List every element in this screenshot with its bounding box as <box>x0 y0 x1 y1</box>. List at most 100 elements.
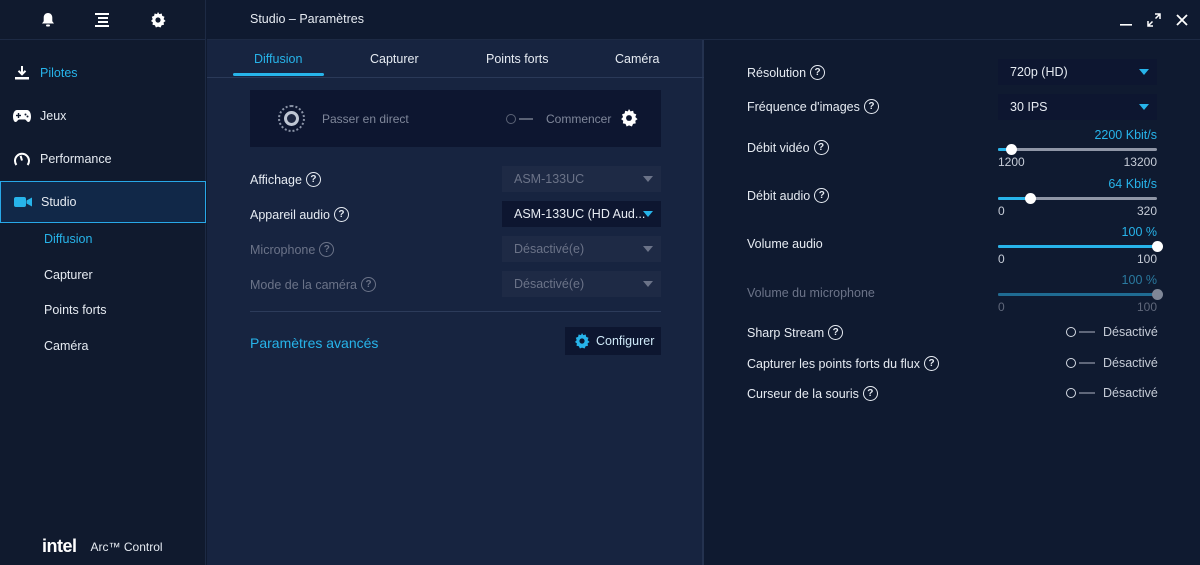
help-icon[interactable]: ? <box>361 277 377 292</box>
camera-icon <box>13 192 33 212</box>
help-icon[interactable]: ? <box>814 188 830 203</box>
mouse-cursor-toggle[interactable]: Désactivé <box>1066 386 1158 400</box>
studio-subnav: Diffusion Capturer Points forts Caméra <box>44 222 107 364</box>
field-label: Microphone? <box>250 242 335 257</box>
app-name: Arc™ Control <box>90 539 163 554</box>
tab-diffusion[interactable]: Diffusion <box>254 52 302 66</box>
divider <box>250 311 661 312</box>
caret-down-icon <box>643 246 653 252</box>
mic-volume-slider[interactable]: 100 % 0 100 <box>998 273 1163 314</box>
slider-handle[interactable] <box>1024 193 1036 204</box>
field-label: Mode de la caméra? <box>250 277 377 292</box>
slider-value: 2200 Kbit/s <box>1094 128 1157 142</box>
sidebar-item-performance[interactable]: Performance <box>0 138 206 180</box>
resolution-label: Résolution? <box>747 65 826 80</box>
output-settings-panel: Résolution? 720p (HD) Fréquence d'images… <box>706 40 1200 565</box>
advanced-settings-link[interactable]: Paramètres avancés <box>250 335 378 351</box>
help-icon[interactable]: ? <box>810 65 826 80</box>
help-icon[interactable]: ? <box>333 207 349 222</box>
start-toggle[interactable] <box>506 114 533 124</box>
fps-select[interactable]: 30 IPS <box>998 94 1157 120</box>
sidebar-nav: Pilotes Jeux Performance Studio <box>0 52 215 224</box>
form-row-appareil-audio: Appareil audio? ASM-133UC (HD Aud... <box>250 201 661 229</box>
sidebar-item-studio[interactable]: Studio <box>0 181 215 223</box>
video-bitrate-label: Débit vidéo? <box>747 140 829 155</box>
audio-bitrate-slider[interactable]: 64 Kbit/s 0 320 <box>998 177 1157 218</box>
tab-active-indicator <box>233 73 324 76</box>
gear-icon[interactable] <box>620 109 638 127</box>
window-controls <box>1118 10 1190 30</box>
form-row-microphone: Microphone? Désactivé(e) <box>250 236 661 264</box>
slider-min: 0 <box>998 252 1005 266</box>
volume-label: Volume audio <box>747 237 823 251</box>
gear-icon[interactable] <box>146 8 170 32</box>
slider-handle[interactable] <box>1152 289 1163 300</box>
tab-camera[interactable]: Caméra <box>615 52 659 66</box>
gauge-icon <box>12 149 32 169</box>
toggle-state: Désactivé <box>1103 386 1158 400</box>
sidebar: Pilotes Jeux Performance Studio Diffusio… <box>0 0 215 565</box>
help-icon[interactable]: ? <box>813 140 829 155</box>
camera-mode-select[interactable]: Désactivé(e) <box>502 271 661 297</box>
sharp-stream-toggle[interactable]: Désactivé <box>1066 325 1158 339</box>
menu-icon[interactable] <box>91 8 115 32</box>
go-live-panel: Passer en direct Commencer <box>250 90 661 147</box>
bell-icon[interactable] <box>36 8 60 32</box>
audio-device-select[interactable]: ASM-133UC (HD Aud... <box>502 201 661 227</box>
slider-min: 0 <box>998 204 1005 218</box>
broadcast-icon[interactable] <box>278 105 305 132</box>
subnav-item-diffusion[interactable]: Diffusion <box>44 222 107 258</box>
caret-down-icon <box>1139 69 1149 75</box>
slider-min: 1200 <box>998 155 1025 169</box>
subnav-item-capturer[interactable]: Capturer <box>44 258 107 294</box>
slider-value: 100 % <box>1121 273 1157 287</box>
slider-max: 100 <box>1136 300 1157 314</box>
slider-min: 0 <box>998 300 1005 314</box>
slider-handle[interactable] <box>1152 241 1163 252</box>
tab-bar: Diffusion Capturer Points forts Caméra <box>207 40 704 78</box>
sidebar-item-jeux[interactable]: Jeux <box>0 95 206 137</box>
capture-highlights-toggle[interactable]: Désactivé <box>1066 356 1158 370</box>
slider-max: 13200 <box>1123 155 1157 169</box>
sharp-stream-label: Sharp Stream? <box>747 325 844 340</box>
help-icon[interactable]: ? <box>319 242 335 257</box>
sidebar-toolbar <box>0 0 205 40</box>
help-icon[interactable]: ? <box>863 99 879 114</box>
subnav-item-camera[interactable]: Caméra <box>44 329 107 365</box>
slider-handle[interactable] <box>1006 144 1018 155</box>
microphone-select[interactable]: Désactivé(e) <box>502 236 661 262</box>
close-icon[interactable] <box>1174 10 1190 30</box>
brand: intel Arc™ Control <box>42 536 163 557</box>
caret-down-icon <box>1139 104 1149 110</box>
configure-button[interactable]: Configurer <box>565 327 661 355</box>
subnav-item-points-forts[interactable]: Points forts <box>44 293 107 329</box>
field-label: Affichage? <box>250 172 321 187</box>
display-select[interactable]: ASM-133UC <box>502 166 661 192</box>
resolution-select[interactable]: 720p (HD) <box>998 59 1157 85</box>
video-bitrate-slider[interactable]: 2200 Kbit/s 1200 13200 <box>998 128 1157 169</box>
download-icon <box>12 63 32 83</box>
form-row-camera-mode: Mode de la caméra? Désactivé(e) <box>250 271 661 299</box>
start-label: Commencer <box>546 112 612 126</box>
help-icon[interactable]: ? <box>305 172 321 187</box>
mouse-cursor-label: Curseur de la souris? <box>747 386 878 401</box>
maximize-icon[interactable] <box>1146 10 1162 30</box>
sidebar-item-pilotes[interactable]: Pilotes <box>0 52 206 94</box>
tab-capturer[interactable]: Capturer <box>370 52 419 66</box>
caret-down-icon <box>643 281 653 287</box>
minimize-icon[interactable] <box>1118 10 1134 30</box>
help-icon[interactable]: ? <box>828 325 844 340</box>
tab-points-forts[interactable]: Points forts <box>486 52 549 66</box>
slider-value: 64 Kbit/s <box>1108 177 1157 191</box>
stream-settings-panel: Diffusion Capturer Points forts Caméra P… <box>207 40 704 565</box>
configure-label: Configurer <box>596 334 655 348</box>
help-icon[interactable]: ? <box>862 386 878 401</box>
volume-slider[interactable]: 100 % 0 100 <box>998 225 1163 266</box>
help-icon[interactable]: ? <box>924 356 939 371</box>
go-live-label: Passer en direct <box>322 112 409 126</box>
sidebar-item-label: Studio <box>41 195 77 209</box>
sidebar-item-label: Performance <box>40 152 112 166</box>
caret-down-icon <box>643 211 653 217</box>
slider-max: 320 <box>1136 204 1157 218</box>
title-bar: Studio – Paramètres <box>207 0 1200 40</box>
